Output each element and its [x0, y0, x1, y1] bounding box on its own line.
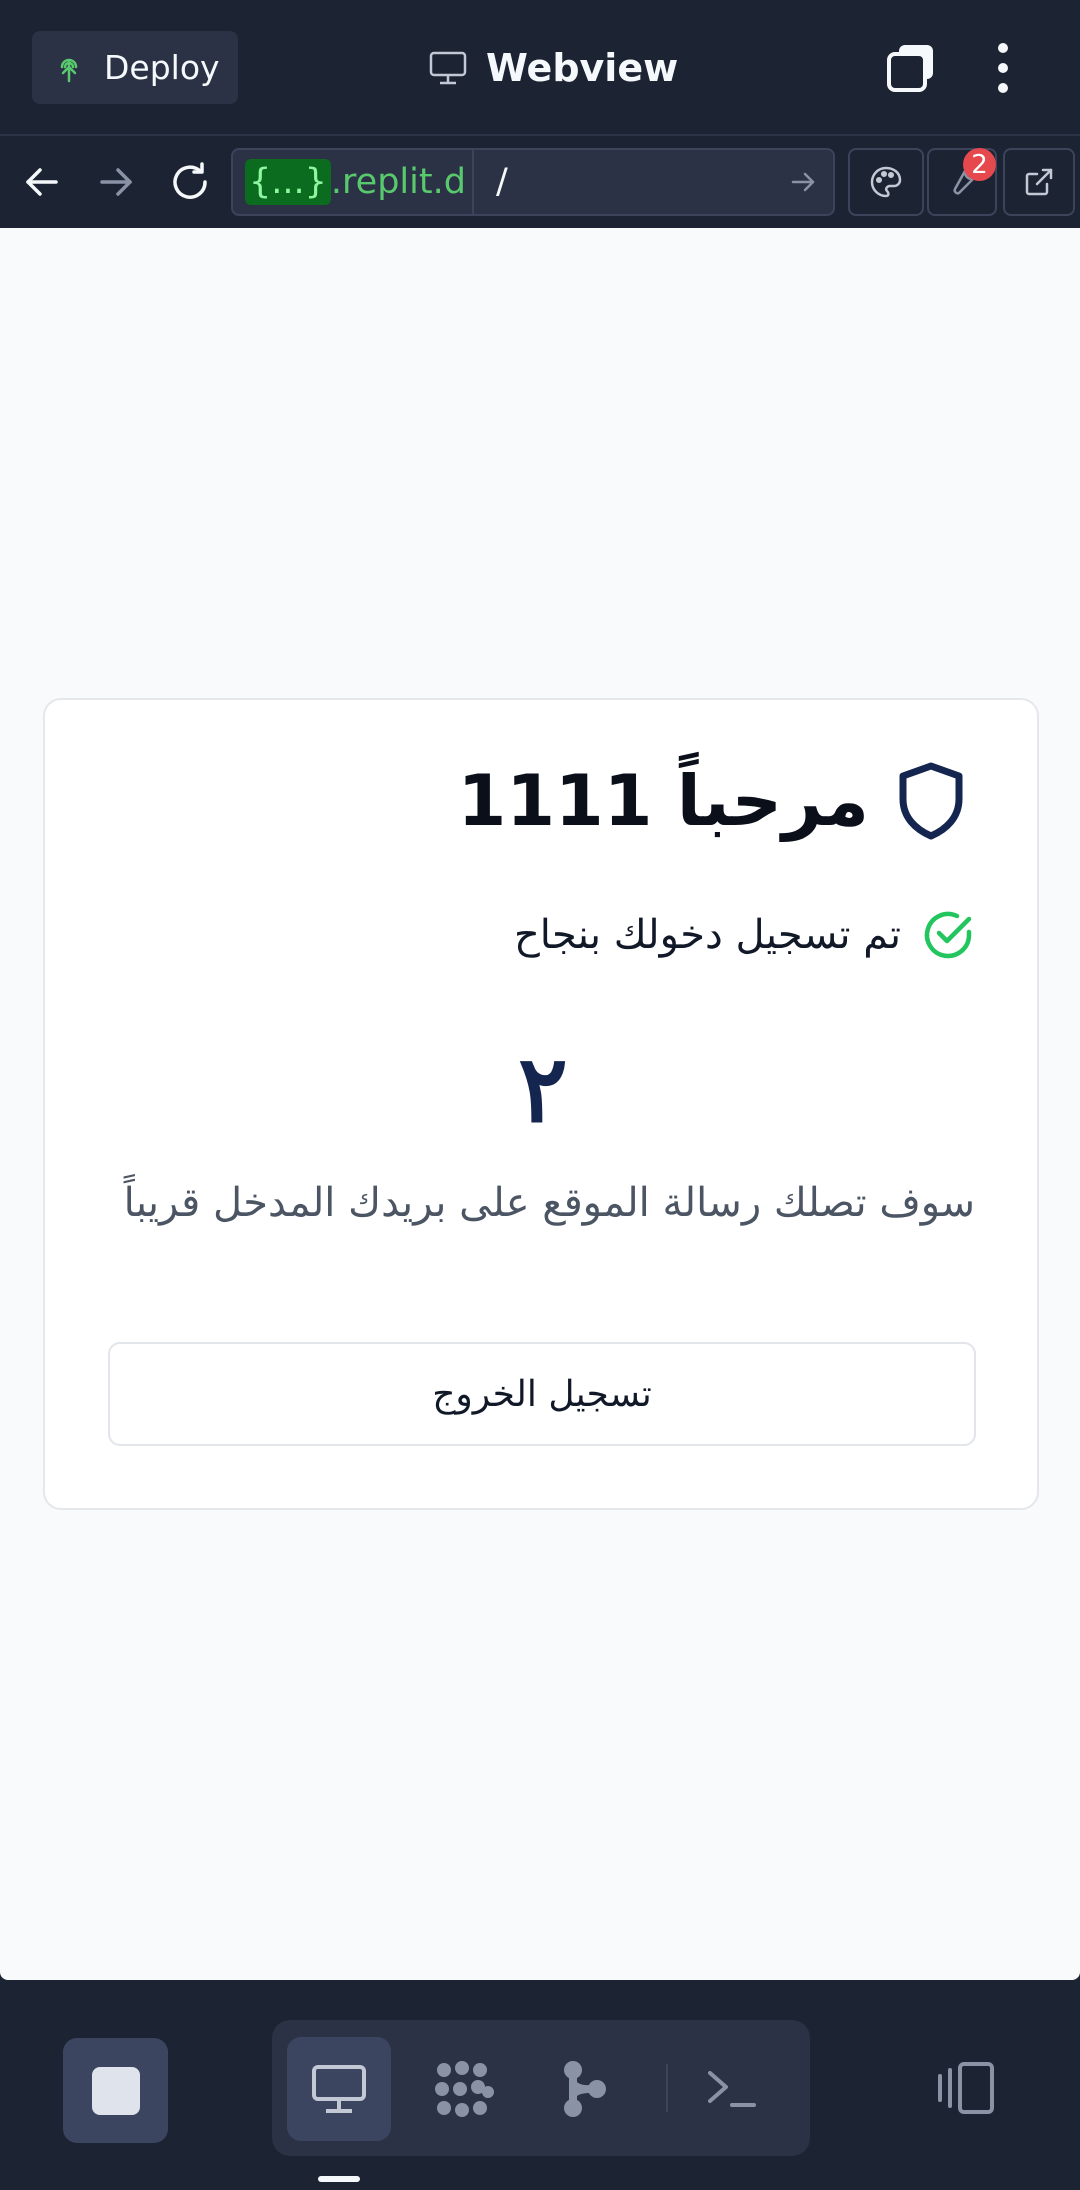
devtools-badge: 2 [963, 148, 996, 181]
login-status-text: تم تسجيل دخولك بنجاح [513, 912, 901, 958]
theme-button[interactable] [848, 148, 924, 216]
welcome-title: مرحباً 1111 [457, 760, 869, 842]
tool-shell[interactable] [679, 2037, 783, 2141]
tool-switcher [272, 2020, 810, 2156]
external-link-icon [1025, 168, 1053, 196]
tab-title-text: Webview [486, 46, 679, 90]
forward-arrow-icon[interactable] [92, 158, 140, 206]
url-divider [471, 150, 474, 214]
tool-divider [666, 2064, 668, 2112]
count-number: ٢ [518, 1035, 568, 1143]
shell-icon [708, 2071, 756, 2107]
check-circle-icon [924, 911, 972, 959]
git-icon [564, 2061, 606, 2117]
tool-webview[interactable] [287, 2037, 391, 2141]
palette-icon [870, 166, 902, 198]
url-field[interactable]: {...} .replit.d / [231, 148, 835, 216]
top-bar: Deploy Webview [0, 0, 1080, 136]
url-host-domain: .replit.d [330, 162, 466, 202]
monitor-icon [429, 51, 467, 85]
login-status: تم تسجيل دخولك بنجاح [514, 908, 975, 962]
panels-icon[interactable] [934, 2060, 998, 2116]
webview-icon [312, 2065, 366, 2113]
deploy-label: Deploy [104, 48, 220, 87]
tool-git[interactable] [532, 2037, 636, 2141]
welcome-card: مرحباً 1111 تم تسجيل دخولك بنجاح ٢ سوف ت… [43, 698, 1039, 1510]
stop-button[interactable] [63, 2038, 168, 2143]
bottom-toolbar [0, 1980, 1080, 2190]
url-path[interactable]: / [496, 162, 508, 202]
logout-button[interactable]: تسجيل الخروج [108, 1342, 976, 1446]
more-icon[interactable] [990, 42, 1016, 94]
url-host: {...} .replit.d [245, 159, 466, 205]
shield-icon [899, 762, 963, 840]
home-indicator [318, 2176, 360, 2182]
tool-workspace[interactable] [412, 2037, 516, 2141]
url-host-placeholder: {...} [245, 159, 331, 205]
tabs-icon[interactable] [885, 42, 937, 94]
deploy-button[interactable]: Deploy [32, 31, 238, 104]
go-arrow-icon[interactable] [787, 166, 819, 198]
email-message: سوف تصلك رسالة الموقع على بريدك المدخل ق… [123, 1180, 975, 1226]
reload-icon[interactable] [166, 158, 214, 206]
open-external-button[interactable] [1003, 148, 1075, 216]
deploy-icon [60, 58, 78, 82]
navigation-bar: {...} .replit.d / [0, 136, 1080, 228]
stop-icon [91, 2066, 140, 2115]
webview-content: مرحباً 1111 تم تسجيل دخولك بنجاح ٢ سوف ت… [0, 228, 1080, 1980]
workspace-icon [435, 2061, 494, 2117]
welcome-heading: مرحباً 1111 [458, 760, 967, 842]
back-arrow-icon[interactable] [18, 158, 66, 206]
tab-title: Webview [428, 40, 678, 96]
